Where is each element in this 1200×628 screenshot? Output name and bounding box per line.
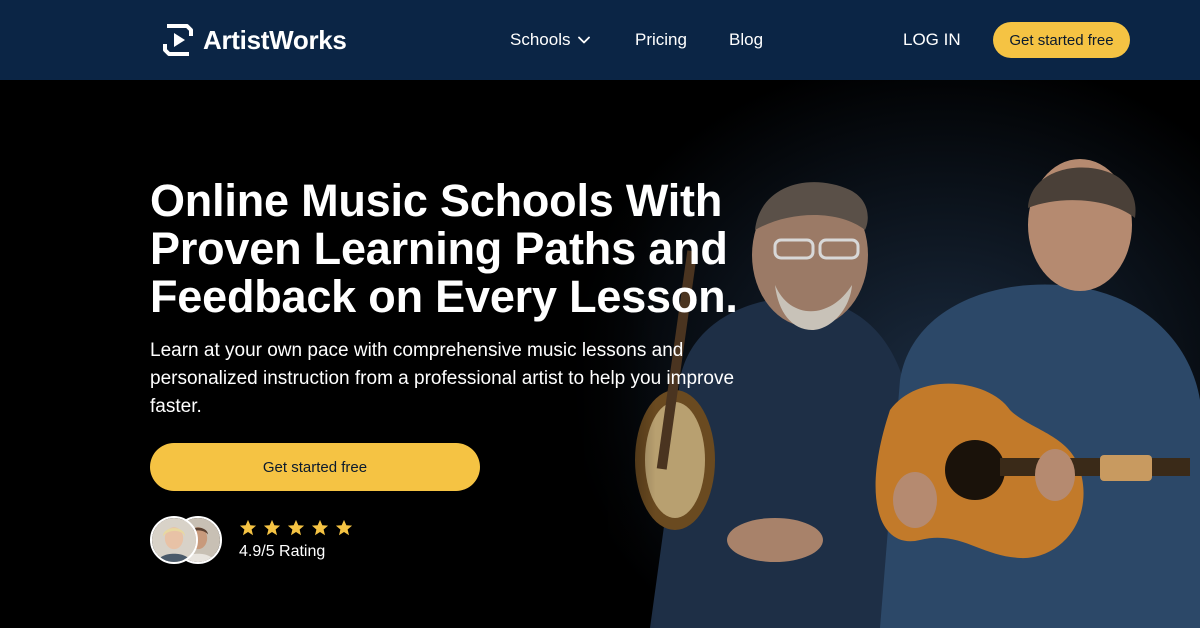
rating-text: 4.9/5 Rating — [239, 519, 353, 561]
star-icon — [239, 519, 257, 536]
star-rating — [239, 519, 353, 537]
nav-pricing-link[interactable]: Pricing — [635, 30, 687, 50]
brand-logo[interactable]: ArtistWorks — [161, 21, 347, 59]
hero-headline: Online Music Schools With Proven Learnin… — [150, 177, 850, 321]
hero-subtext: Learn at your own pace with comprehensiv… — [150, 340, 735, 417]
star-icon — [263, 519, 281, 536]
avatar — [150, 516, 198, 564]
headline-line-3: Feedback on Every Lesson. — [150, 271, 738, 322]
headline-line-2: Proven Learning Paths and — [150, 223, 728, 274]
chevron-down-icon — [578, 36, 591, 44]
header-get-started-button[interactable]: Get started free — [993, 22, 1130, 58]
hero-section: Online Music Schools With Proven Learnin… — [0, 80, 1200, 628]
nav-blog-link[interactable]: Blog — [729, 30, 763, 50]
nav-schools-label: Schools — [510, 30, 571, 49]
star-icon — [335, 519, 353, 536]
top-navbar: ArtistWorks Schools Pricing Blog LOG IN … — [0, 0, 1200, 80]
hero-get-started-button[interactable]: Get started free — [150, 443, 480, 491]
rating-label: 4.9/5 Rating — [239, 543, 326, 560]
avatar-group — [150, 515, 224, 565]
nav-schools-dropdown[interactable]: Schools — [510, 30, 591, 50]
star-icon — [287, 519, 305, 536]
artistworks-logo-icon — [163, 24, 193, 56]
logo-text: ArtistWorks — [203, 24, 347, 55]
star-icon — [311, 519, 329, 536]
headline-line-1: Online Music Schools With — [150, 175, 723, 226]
rating-block: 4.9/5 Rating — [150, 514, 353, 566]
login-link[interactable]: LOG IN — [903, 30, 961, 50]
